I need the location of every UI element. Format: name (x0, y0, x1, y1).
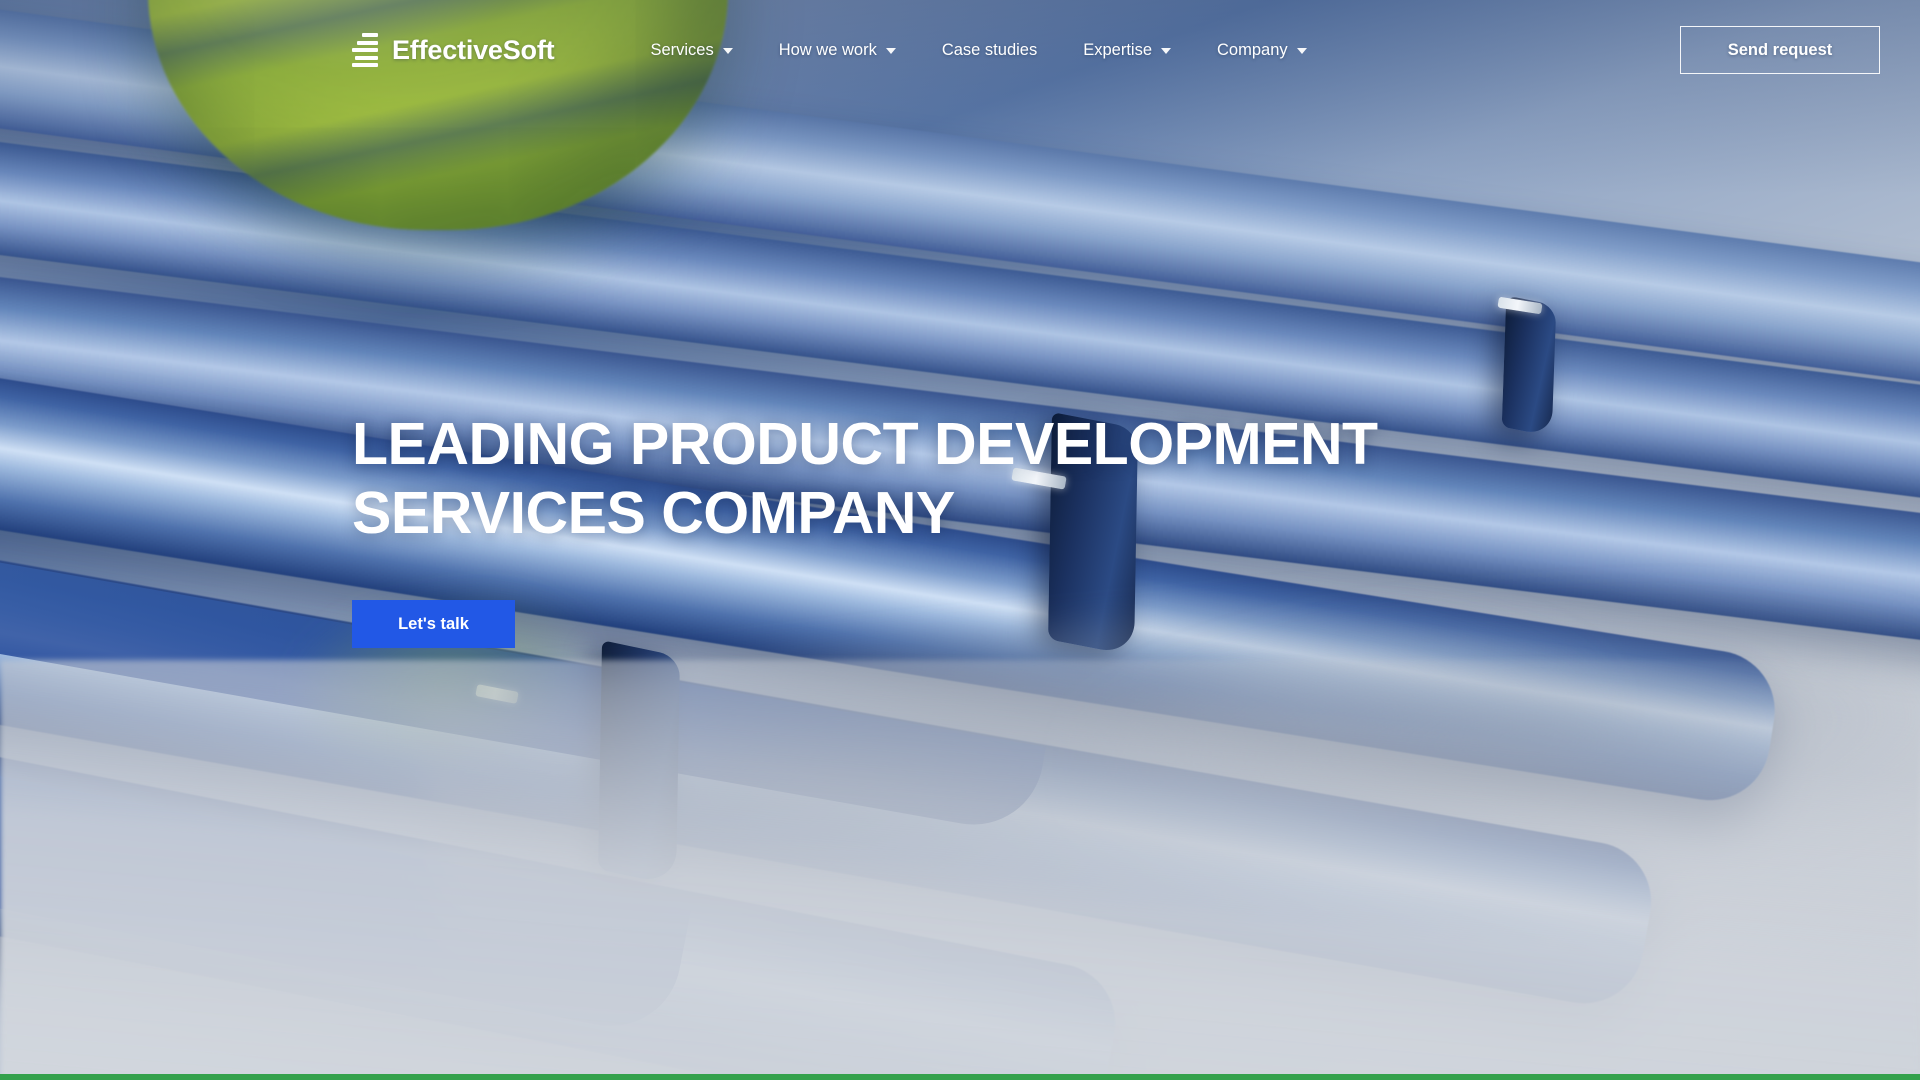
stacked-bars-logo-icon (352, 32, 378, 68)
chevron-down-icon (1161, 48, 1171, 54)
chevron-down-icon (1296, 48, 1307, 54)
brand-logo-link[interactable]: EffectiveSoft (352, 32, 555, 68)
chevron-down-icon (885, 48, 896, 54)
nav-item-case-studies[interactable]: Case studies (919, 31, 1060, 70)
background-bar-endcap-1 (1501, 295, 1557, 437)
send-request-button[interactable]: Send request (1680, 26, 1880, 74)
brand-name: EffectiveSoft (392, 34, 555, 65)
nav-item-label: Case studies (941, 40, 1038, 59)
bottom-accent-bar (0, 1074, 1920, 1080)
page-stage: EffectiveSoft Services How we work Case … (0, 0, 1920, 1080)
hero-section: LEADING PRODUCT DEVELOPMENT SERVICES COM… (352, 410, 1378, 649)
nav-item-expertise[interactable]: Expertise (1060, 31, 1194, 70)
nav-item-company[interactable]: Company (1194, 31, 1330, 70)
hero-headline-line-2: SERVICES COMPANY (352, 480, 955, 547)
nav-item-services[interactable]: Services (627, 31, 755, 70)
nav-item-label: Services (650, 40, 714, 59)
hero-headline-line-1: LEADING PRODUCT DEVELOPMENT (352, 411, 1378, 477)
lets-talk-button[interactable]: Let's talk (352, 600, 515, 649)
nav-item-how-we-work[interactable]: How we work (756, 31, 919, 70)
chevron-down-icon (722, 48, 733, 54)
nav-item-label: Company (1217, 40, 1288, 59)
nav-item-label: Expertise (1083, 40, 1152, 59)
site-header: EffectiveSoft Services How we work Case … (0, 0, 1920, 100)
nav-item-label: How we work (778, 40, 877, 59)
hero-headline: LEADING PRODUCT DEVELOPMENT SERVICES COM… (352, 410, 1378, 548)
background-ground-plane (0, 660, 1920, 1080)
primary-navigation: Services How we work Case studies Expert… (627, 31, 1329, 70)
